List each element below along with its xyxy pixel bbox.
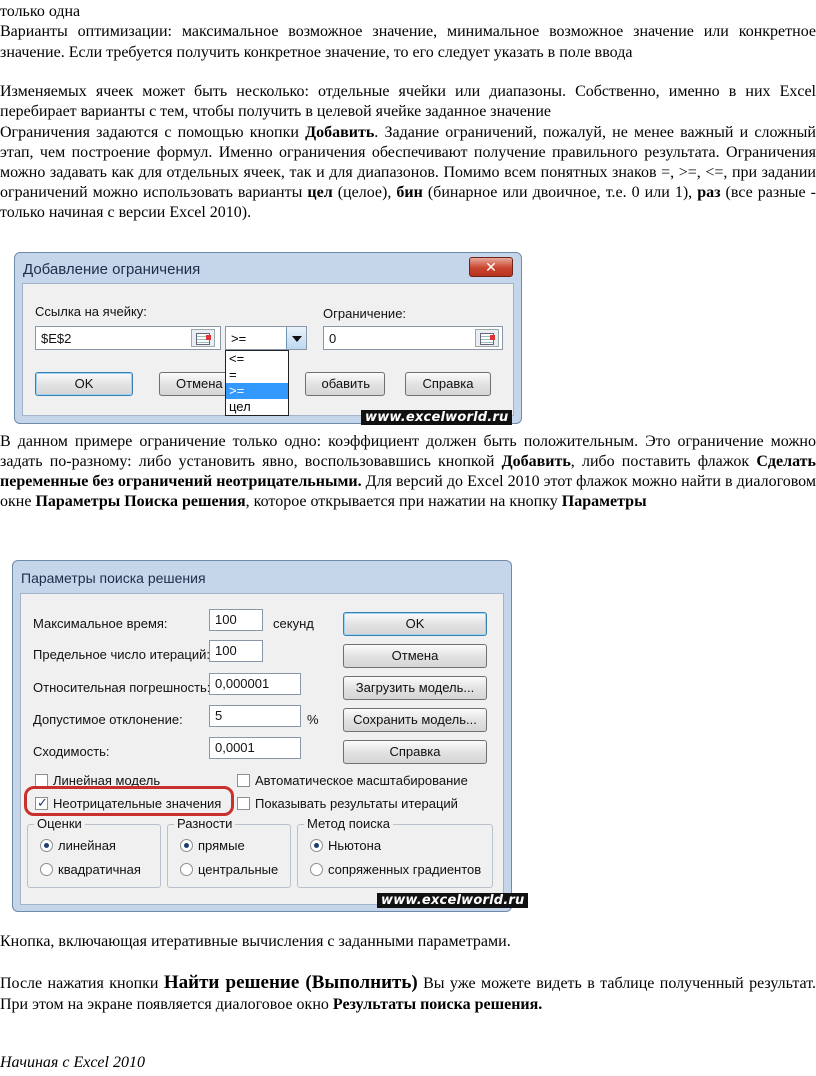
estimates-group: Оценки линейная квадратичная — [27, 816, 161, 888]
precision-input[interactable]: 0,000001 — [209, 673, 301, 695]
text-run: (бинарное или двоичное, т.е. 0 или 1), — [422, 184, 698, 201]
search-method-group: Метод поиска Ньютона сопряженных градиен… — [297, 816, 493, 888]
dialog-title: Параметры поиска решения — [21, 570, 206, 586]
autoscale-label: Автоматическое масштабирование — [255, 773, 468, 788]
chevron-down-icon[interactable] — [286, 327, 306, 349]
text-line-top: только одна — [0, 3, 81, 20]
text-run: Ограничения задаются с помощью кнопки — [0, 124, 306, 141]
cell-ref-label: Ссылка на ячейку: — [35, 304, 147, 319]
iterations-input[interactable]: 100 — [209, 640, 263, 662]
convergence-label: Сходимость: — [33, 744, 110, 759]
text-bold: Добавить — [305, 124, 375, 141]
help-button[interactable]: Справка — [405, 372, 491, 396]
paragraph-example: В данном примере ограничение только одно… — [0, 432, 816, 512]
operator-select[interactable]: >= — [225, 326, 307, 350]
range-select-icon[interactable] — [475, 329, 499, 347]
radio-label: прямые — [198, 838, 245, 853]
dropdown-option[interactable]: цел — [226, 399, 288, 415]
text-bold: Параметры — [561, 493, 647, 510]
watermark: www.excelworld.ru — [377, 893, 529, 908]
text-bold: цел — [307, 184, 333, 201]
text-bold: Добавить — [501, 453, 571, 470]
radio-label: Ньютона — [328, 838, 382, 853]
max-time-label: Максимальное время: — [33, 616, 168, 631]
radio-label: центральные — [198, 862, 279, 877]
estimate-quadratic-radio[interactable] — [40, 863, 53, 876]
tolerance-unit: % — [307, 712, 319, 727]
method-newton-radio[interactable] — [310, 839, 323, 852]
add-button[interactable]: обавить — [305, 372, 385, 396]
text-bold: Параметры Поиска решения — [35, 493, 246, 510]
text-bold: раз — [697, 184, 721, 201]
differences-group: Разности прямые центральные — [167, 816, 291, 888]
cancel-button[interactable]: Отмена — [343, 644, 487, 668]
diff-forward-radio[interactable] — [180, 839, 193, 852]
highlight-outline — [24, 786, 234, 816]
close-button[interactable]: ✕ — [469, 257, 513, 277]
help-button[interactable]: Справка — [343, 740, 487, 764]
solver-options-dialog: Параметры поиска решения Максимальное вр… — [12, 560, 529, 912]
paragraph-find-solution: После нажатия кнопки Найти решение (Выпо… — [0, 972, 816, 1015]
show-iterations-label: Показывать результаты итераций — [255, 796, 458, 811]
dialog-body: Ссылка на ячейку: $E$2 >= Ограничение: 0… — [22, 283, 514, 416]
add-constraint-dialog: Добавление ограничения ✕ Ссылка на ячейк… — [14, 252, 522, 425]
group-label: Оценки — [34, 816, 85, 831]
paragraph-iterative-button: Кнопка, включающая итеративные вычислени… — [0, 933, 511, 950]
text-bold: Результаты поиска решения. — [332, 996, 543, 1013]
save-model-button[interactable]: Сохранить модель... — [343, 708, 487, 732]
group-label: Метод поиска — [304, 816, 393, 831]
dropdown-option[interactable]: = — [226, 367, 288, 383]
load-model-button[interactable]: Загрузить модель... — [343, 676, 487, 700]
iterations-label: Предельное число итераций: — [33, 647, 210, 662]
dialog-title: Добавление ограничения — [23, 261, 201, 278]
paragraph-variants: Варианты оптимизации: максимальное возмо… — [0, 23, 816, 61]
dropdown-option[interactable]: <= — [226, 351, 288, 367]
watermark: www.excelworld.ru — [361, 410, 513, 425]
ok-button[interactable]: OK — [35, 372, 133, 396]
paragraph-constraints: Ограничения задаются с помощью кнопки До… — [0, 123, 816, 223]
constraint-label: Ограничение: — [323, 306, 407, 321]
dialog-body: Максимальное время: 100 секунд Предельно… — [20, 593, 504, 905]
diff-central-radio[interactable] — [180, 863, 193, 876]
text-run: После нажатия кнопки — [0, 975, 164, 992]
range-select-icon[interactable] — [191, 329, 215, 347]
footer-note: Начиная с Excel 2010 — [0, 1054, 145, 1071]
max-time-input[interactable]: 100 — [209, 609, 263, 631]
group-label: Разности — [174, 816, 236, 831]
operator-value: >= — [231, 331, 247, 346]
paragraph-changing-cells: Изменяемых ячеек может быть несколько: о… — [0, 83, 816, 120]
show-iterations-checkbox[interactable] — [237, 797, 250, 810]
radio-label: линейная — [58, 838, 116, 853]
text-run: , которое открывается при нажатии на кно… — [245, 493, 562, 510]
operator-dropdown-list: <= = >= цел — [225, 350, 289, 416]
cancel-button[interactable]: Отмена — [159, 372, 229, 396]
max-time-unit: секунд — [273, 616, 314, 631]
method-cg-radio[interactable] — [310, 863, 323, 876]
ok-button[interactable]: OK — [343, 612, 487, 636]
precision-label: Относительная погрешность: — [33, 680, 211, 695]
text-bold-large: Найти решение (Выполнить) — [163, 972, 418, 993]
radio-label: квадратичная — [58, 862, 141, 877]
text-run: , либо поставить флажок — [570, 453, 757, 470]
tolerance-input[interactable]: 5 — [209, 705, 301, 727]
estimate-linear-radio[interactable] — [40, 839, 53, 852]
radio-label: сопряженных градиентов — [328, 862, 482, 877]
text-bold: бин — [396, 184, 423, 201]
text-run: (целое), — [332, 184, 397, 201]
tolerance-label: Допустимое отклонение: — [33, 712, 183, 727]
autoscale-checkbox[interactable] — [237, 774, 250, 787]
convergence-input[interactable]: 0,0001 — [209, 737, 301, 759]
dropdown-option-selected[interactable]: >= — [226, 383, 288, 399]
